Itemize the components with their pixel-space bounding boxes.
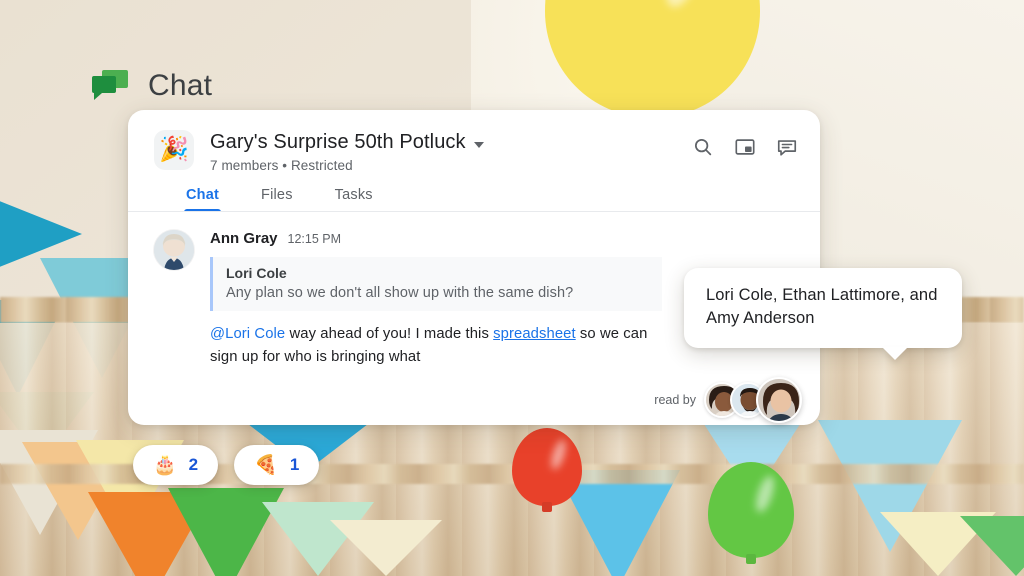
room-meta: Gary's Surprise 50th Potluck 7 members •… (210, 130, 692, 173)
card-header: 🎉 Gary's Surprise 50th Potluck 7 members… (128, 110, 820, 173)
room-subtitle: 7 members • Restricted (210, 158, 692, 173)
balloon-green (708, 462, 794, 558)
tooltip-text: Lori Cole, Ethan Lattimore, and Amy Ande… (706, 286, 937, 327)
balloon-shine (752, 474, 777, 515)
message-text-before-link: way ahead of you! I made this (285, 326, 493, 342)
message-author: Ann Gray (210, 230, 278, 247)
tabs-divider (128, 211, 820, 212)
read-by-label: read by (654, 393, 696, 407)
tooltip-arrow (882, 347, 908, 360)
pizza-icon: 🍕 (254, 456, 278, 475)
read-by-tooltip: Lori Cole, Ethan Lattimore, and Amy Ande… (684, 268, 962, 348)
reactions: 🎂 2 🍕 1 (133, 445, 319, 485)
reaction-count: 1 (290, 455, 299, 475)
balloon-red (512, 428, 582, 506)
birthday-cake-icon: 🎂 (153, 456, 177, 475)
search-icon[interactable] (692, 136, 714, 158)
brand: Chat (90, 66, 212, 106)
avatar-ann-gray[interactable] (154, 230, 194, 270)
tabs: Chat Files Tasks (128, 173, 820, 212)
tab-chat[interactable]: Chat (186, 187, 219, 212)
room-title-row[interactable]: Gary's Surprise 50th Potluck (210, 131, 692, 154)
quote-text: Any plan so we don't all show up with th… (226, 285, 648, 301)
read-by-avatars (704, 377, 802, 423)
balloon-shine (656, 0, 718, 12)
read-by: read by (654, 377, 802, 423)
chevron-down-icon[interactable] (474, 142, 484, 148)
message-text: @Lori Cole way ahead of you! I made this… (210, 323, 650, 369)
room-title: Gary's Surprise 50th Potluck (210, 131, 466, 154)
brand-title: Chat (148, 69, 212, 103)
message-time: 12:15 PM (288, 232, 342, 246)
avatar-amy-anderson[interactable] (756, 377, 802, 423)
reaction-pizza[interactable]: 🍕 1 (234, 445, 319, 485)
reaction-count: 2 (189, 455, 198, 475)
chat-panel-icon[interactable] (776, 136, 798, 158)
reaction-birthday-cake[interactable]: 🎂 2 (133, 445, 218, 485)
mention-lori-cole[interactable]: @Lori Cole (210, 326, 285, 342)
bunting-triangle-green-2 (960, 516, 1024, 576)
header-actions (692, 130, 798, 158)
tab-files[interactable]: Files (261, 187, 293, 212)
message-head: Ann Gray 12:15 PM (210, 230, 794, 247)
picture-in-picture-icon[interactable] (734, 136, 756, 158)
quote-author: Lori Cole (226, 265, 648, 281)
tab-tasks[interactable]: Tasks (335, 187, 373, 212)
balloon-shine (548, 438, 568, 471)
room-avatar: 🎉 (154, 130, 194, 170)
spreadsheet-link[interactable]: spreadsheet (493, 326, 576, 342)
bunting-triangle-cream-2 (330, 520, 442, 576)
chat-bubbles-icon (90, 66, 130, 106)
quoted-message[interactable]: Lori Cole Any plan so we don't all show … (210, 257, 662, 311)
